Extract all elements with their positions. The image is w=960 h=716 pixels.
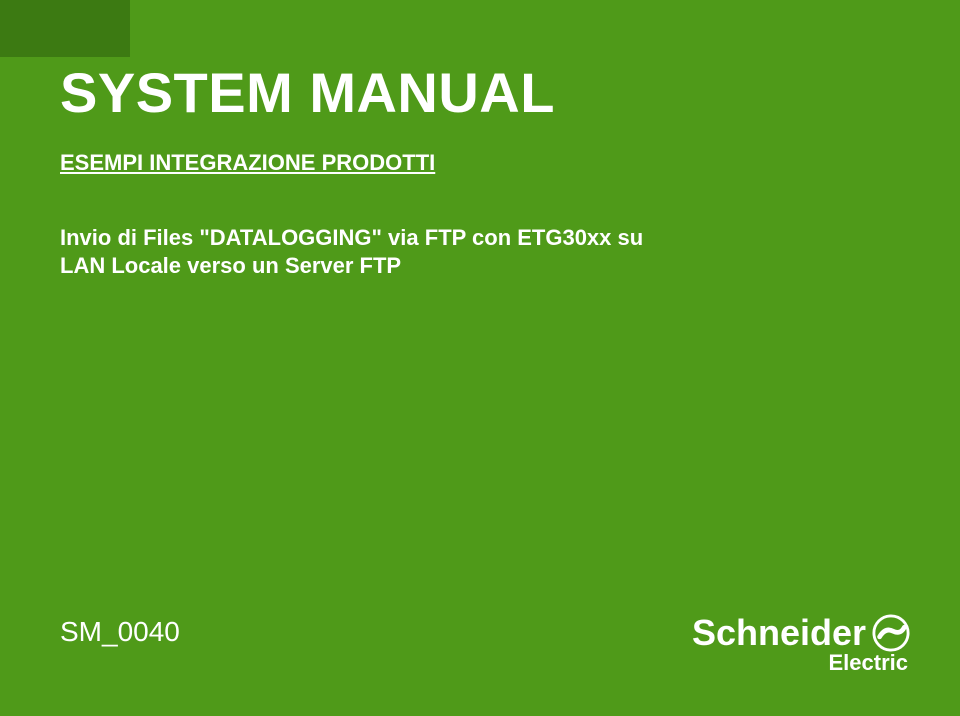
brand-name: Schneider (692, 612, 866, 654)
brand-logo: Schneider Electric (692, 612, 910, 676)
accent-block (0, 0, 130, 57)
page-title: SYSTEM MANUAL (60, 60, 555, 125)
body-line-1: Invio di Files "DATALOGGING" via FTP con… (60, 225, 643, 251)
document-code: SM_0040 (60, 616, 180, 648)
subtitle: ESEMPI INTEGRAZIONE PRODOTTI (60, 150, 435, 176)
brand-sub: Electric (829, 650, 909, 675)
body-line-2: LAN Locale verso un Server FTP (60, 253, 401, 279)
brand-swirl-icon (872, 614, 910, 652)
